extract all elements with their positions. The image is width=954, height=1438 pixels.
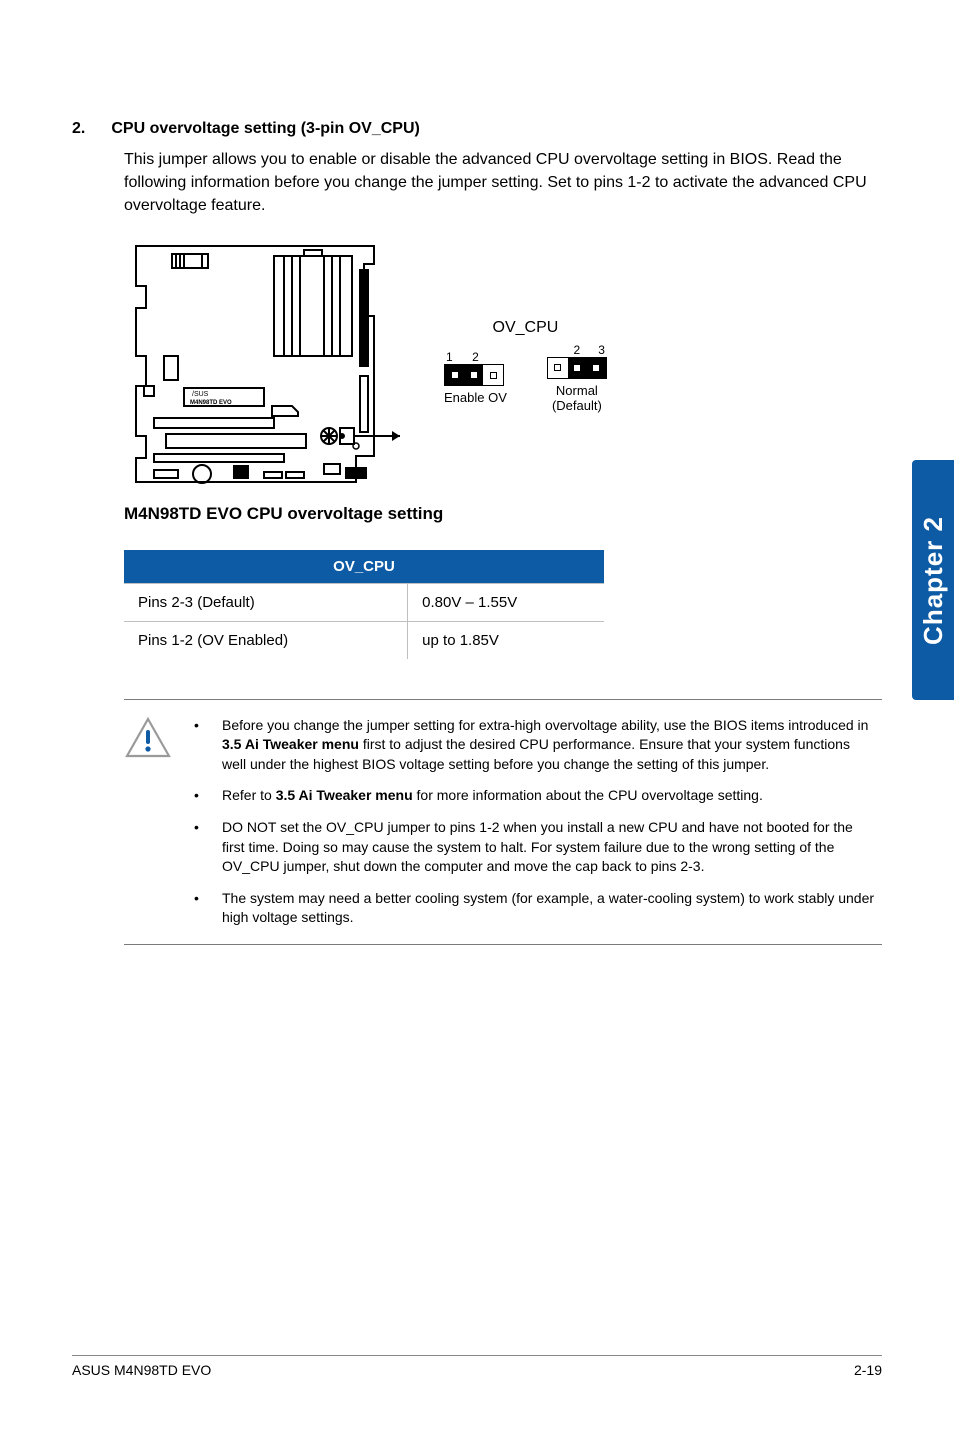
callout-bold: 3.5 Ai Tweaker menu bbox=[276, 787, 413, 803]
table-cell: up to 1.85V bbox=[408, 621, 604, 659]
jumper-header-label: OV_CPU bbox=[444, 319, 607, 337]
chapter-side-tab-label: Chapter 2 bbox=[918, 516, 949, 645]
callout-text: Before you change the jumper setting for… bbox=[222, 717, 868, 733]
pin-num: 2 bbox=[574, 343, 581, 357]
voltage-table: OV_CPU Pins 2-3 (Default) 0.80V – 1.55V … bbox=[124, 550, 604, 659]
callout-text: Refer to bbox=[222, 787, 276, 803]
callout-item: • The system may need a better cooling s… bbox=[194, 889, 876, 928]
page-footer: ASUS M4N98TD EVO 2-19 bbox=[72, 1355, 882, 1378]
table-header: OV_CPU bbox=[124, 550, 604, 584]
motherboard-diagram: /SUS M4N98TD EVO OV_CPU 1 2 3 bbox=[124, 236, 882, 496]
footer-left: ASUS M4N98TD EVO bbox=[72, 1362, 211, 1378]
callout-text: DO NOT set the OV_CPU jumper to pins 1-2… bbox=[222, 819, 853, 874]
callout-item: • DO NOT set the OV_CPU jumper to pins 1… bbox=[194, 818, 876, 877]
section-title: CPU overvoltage setting (3-pin OV_CPU) bbox=[111, 120, 420, 138]
table-cell: Pins 2-3 (Default) bbox=[124, 583, 408, 621]
jumper-right-label: Normal bbox=[547, 383, 607, 398]
warning-callout: • Before you change the jumper setting f… bbox=[124, 699, 882, 945]
diagram-caption: M4N98TD EVO CPU overvoltage setting bbox=[124, 504, 882, 524]
table-row: Pins 1-2 (OV Enabled) up to 1.85V bbox=[124, 621, 604, 659]
jumper-enable-ov: 1 2 3 Enable OV bbox=[444, 350, 507, 405]
callout-item: • Before you change the jumper setting f… bbox=[194, 716, 876, 775]
section-body: This jumper allows you to enable or disa… bbox=[124, 148, 882, 218]
table-row: Pins 2-3 (Default) 0.80V – 1.55V bbox=[124, 583, 604, 621]
board-model-label: M4N98TD EVO bbox=[190, 400, 232, 406]
jumper-left-label: Enable OV bbox=[444, 390, 507, 405]
callout-bold: 3.5 Ai Tweaker menu bbox=[222, 736, 359, 752]
pin-num: 1 bbox=[446, 350, 453, 364]
section-number: 2. bbox=[72, 120, 85, 138]
table-cell: Pins 1-2 (OV Enabled) bbox=[124, 621, 408, 659]
pin-num: 3 bbox=[598, 343, 605, 357]
table-cell: 0.80V – 1.55V bbox=[408, 583, 604, 621]
footer-right: 2-19 bbox=[854, 1362, 882, 1378]
jumper-normal: 1 2 3 Normal (Default) bbox=[547, 343, 607, 413]
chapter-side-tab: Chapter 2 bbox=[912, 460, 954, 700]
caution-icon bbox=[124, 716, 172, 928]
callout-text: for more information about the CPU overv… bbox=[413, 787, 763, 803]
callout-item: • Refer to 3.5 Ai Tweaker menu for more … bbox=[194, 786, 876, 806]
jumper-right-sublabel: (Default) bbox=[547, 398, 607, 413]
callout-text: The system may need a better cooling sys… bbox=[222, 890, 874, 926]
board-brand-label: /SUS bbox=[192, 391, 209, 398]
motherboard-outline-icon: /SUS M4N98TD EVO bbox=[124, 236, 404, 496]
pin-num: 2 bbox=[472, 350, 479, 364]
